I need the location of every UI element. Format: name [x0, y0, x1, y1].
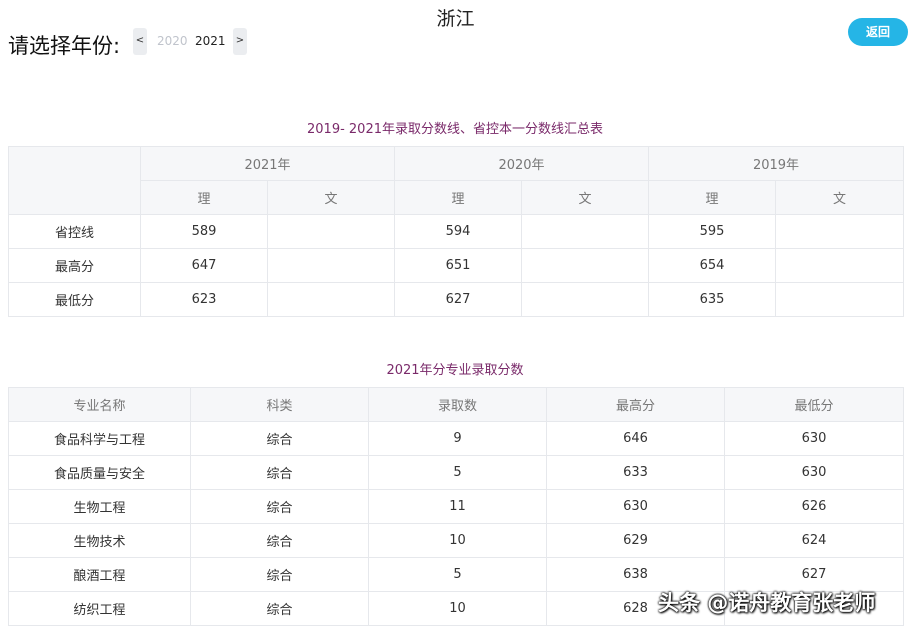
table-cell: 630	[724, 421, 904, 456]
table-cell: 纺织工程	[8, 591, 191, 626]
province-title: 浙江	[436, 8, 475, 30]
table-cell: 624	[724, 523, 904, 558]
table-cell: 654	[648, 248, 776, 283]
summary-subject-header: 文	[267, 180, 395, 215]
table-cell: 623	[140, 282, 268, 317]
table-cell: 10	[368, 591, 547, 626]
table-row: 生物工程 综合 11 630 626	[8, 489, 904, 524]
back-button[interactable]: 返回	[848, 18, 908, 46]
table-cell: 酿酒工程	[8, 557, 191, 592]
table-cell: 646	[546, 421, 725, 456]
table-cell: 630	[724, 455, 904, 490]
table-cell: 综合	[190, 557, 369, 592]
table-row: 最高分 647 651 654	[8, 248, 904, 283]
summary-year-header: 2021年	[140, 146, 395, 181]
table-cell	[775, 282, 904, 317]
table-cell: 食品质量与安全	[8, 455, 191, 490]
major-table-title: 2021年分专业录取分数	[386, 363, 524, 378]
summary-corner-cell	[8, 146, 141, 215]
table-cell: 633	[546, 455, 725, 490]
table-cell	[775, 248, 904, 283]
table-cell	[521, 214, 649, 249]
table-cell: 综合	[190, 591, 369, 626]
table-cell	[267, 214, 395, 249]
column-header: 专业名称	[8, 387, 191, 422]
summary-subject-header: 理	[648, 180, 776, 215]
year-next-button[interactable]: >	[233, 28, 247, 55]
column-header: 科类	[190, 387, 369, 422]
table-row: 生物技术 综合 10 629 624	[8, 523, 904, 558]
table-row: 食品科学与工程 综合 9 646 630	[8, 421, 904, 456]
table-cell: 11	[368, 489, 547, 524]
summary-year-header: 2020年	[394, 146, 649, 181]
summary-subject-header-row: 理 文 理 文 理 文	[9, 180, 904, 215]
column-header: 最低分	[724, 387, 904, 422]
table-row: 食品质量与安全 综合 5 633 630	[8, 455, 904, 490]
table-cell: 综合	[190, 421, 369, 456]
summary-table: 2021年 2020年 2019年 理 文 理 文 理 文 省控线 589 59…	[8, 146, 904, 317]
major-header-row: 专业名称 科类 录取数 最高分 最低分	[8, 387, 904, 422]
column-header: 最高分	[546, 387, 725, 422]
table-cell: 5	[368, 557, 547, 592]
summary-subject-header: 文	[521, 180, 649, 215]
year-option-2021[interactable]: 2021	[195, 28, 226, 54]
table-cell: 595	[648, 214, 776, 249]
summary-table-title: 2019- 2021年录取分数线、省控本一分数线汇总表	[307, 122, 603, 137]
table-cell: 629	[546, 523, 725, 558]
table-cell: 626	[724, 489, 904, 524]
table-cell: 594	[394, 214, 522, 249]
summary-subject-header: 文	[775, 180, 904, 215]
table-cell: 647	[140, 248, 268, 283]
row-label: 省控线	[8, 214, 141, 249]
table-cell: 10	[368, 523, 547, 558]
table-row: 最低分 623 627 635	[8, 282, 904, 317]
summary-year-header-row: 2021年 2020年 2019年	[8, 146, 904, 215]
table-cell: 627	[394, 282, 522, 317]
table-row: 省控线 589 594 595	[8, 214, 904, 249]
table-cell: 食品科学与工程	[8, 421, 191, 456]
year-option-2020[interactable]: 2020	[157, 28, 188, 54]
table-cell: 综合	[190, 455, 369, 490]
row-label: 最高分	[8, 248, 141, 283]
table-cell	[775, 214, 904, 249]
table-cell	[521, 248, 649, 283]
table-cell: 综合	[190, 489, 369, 524]
table-cell: 635	[648, 282, 776, 317]
summary-subject-header: 理	[140, 180, 268, 215]
table-cell: 630	[546, 489, 725, 524]
table-cell	[267, 282, 395, 317]
table-cell: 9	[368, 421, 547, 456]
table-cell: 综合	[190, 523, 369, 558]
table-cell	[267, 248, 395, 283]
table-cell: 5	[368, 455, 547, 490]
table-cell	[521, 282, 649, 317]
table-cell: 589	[140, 214, 268, 249]
watermark: 头条 @诺舟教育张老师	[658, 591, 876, 615]
year-prompt: 请选择年份:	[8, 34, 121, 58]
table-cell: 生物工程	[8, 489, 191, 524]
summary-subject-header: 理	[394, 180, 522, 215]
row-label: 最低分	[8, 282, 141, 317]
table-cell: 生物技术	[8, 523, 191, 558]
table-cell: 651	[394, 248, 522, 283]
year-prev-button[interactable]: <	[133, 28, 147, 55]
column-header: 录取数	[368, 387, 547, 422]
summary-year-header: 2019年	[648, 146, 904, 181]
